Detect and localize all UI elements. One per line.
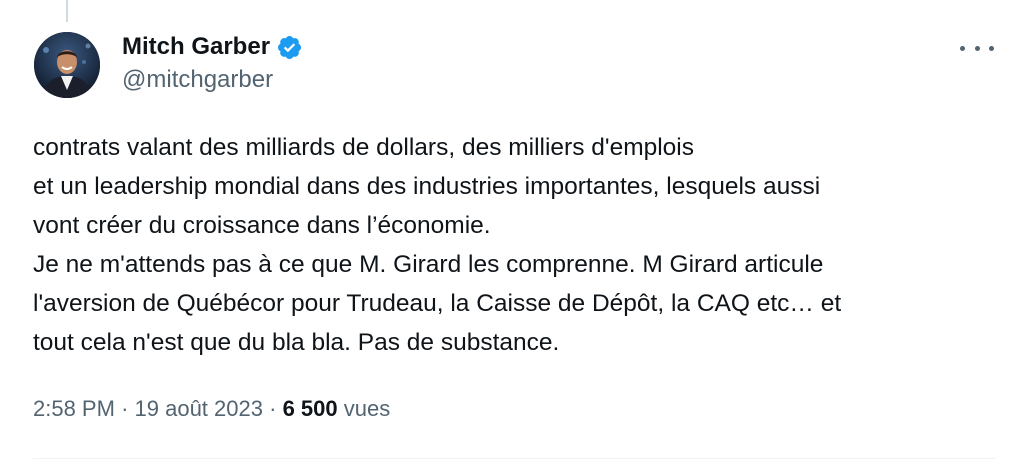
more-dot [960, 45, 965, 51]
tweet-line: vont créer du croissance dans l’économie… [33, 212, 491, 239]
tweet-time[interactable]: 2:58 PM [33, 396, 115, 421]
avatar-photo [34, 32, 100, 98]
tweet-text: contrats valant des milliards de dollars… [33, 128, 1003, 362]
more-options-icon[interactable] [960, 38, 994, 58]
meta-separator: · [269, 396, 277, 421]
tweet-line: et un leadership mondial dans des indust… [33, 173, 821, 200]
tweet-line: contrats valant des milliards de dollars… [33, 134, 694, 161]
divider [33, 458, 995, 459]
tweet-meta: 2:58 PM · 19 août 2023 · 6 500 vues [33, 396, 390, 422]
tweet-line: l'aversion de Québécor pour Trudeau, la … [33, 290, 842, 317]
verified-badge-icon[interactable] [276, 34, 303, 61]
author-block: Mitch Garber @mitchgarber [122, 30, 303, 94]
name-row: Mitch Garber [122, 30, 303, 64]
tweet-line: tout cela n'est que du bla bla. Pas de s… [33, 329, 560, 356]
meta-separator: · [121, 396, 129, 421]
display-name[interactable]: Mitch Garber [122, 33, 270, 61]
avatar[interactable] [34, 32, 100, 98]
thread-connector-line [66, 0, 68, 22]
tweet-date[interactable]: 19 août 2023 [135, 396, 263, 421]
views-label: vues [343, 396, 391, 421]
user-handle[interactable]: @mitchgarber [122, 66, 303, 94]
views-count: 6 500 [282, 396, 338, 421]
more-dot [974, 45, 980, 51]
tweet-line: Je ne m'attends pas à ce que M. Girard l… [33, 251, 824, 278]
more-dot [989, 45, 994, 51]
